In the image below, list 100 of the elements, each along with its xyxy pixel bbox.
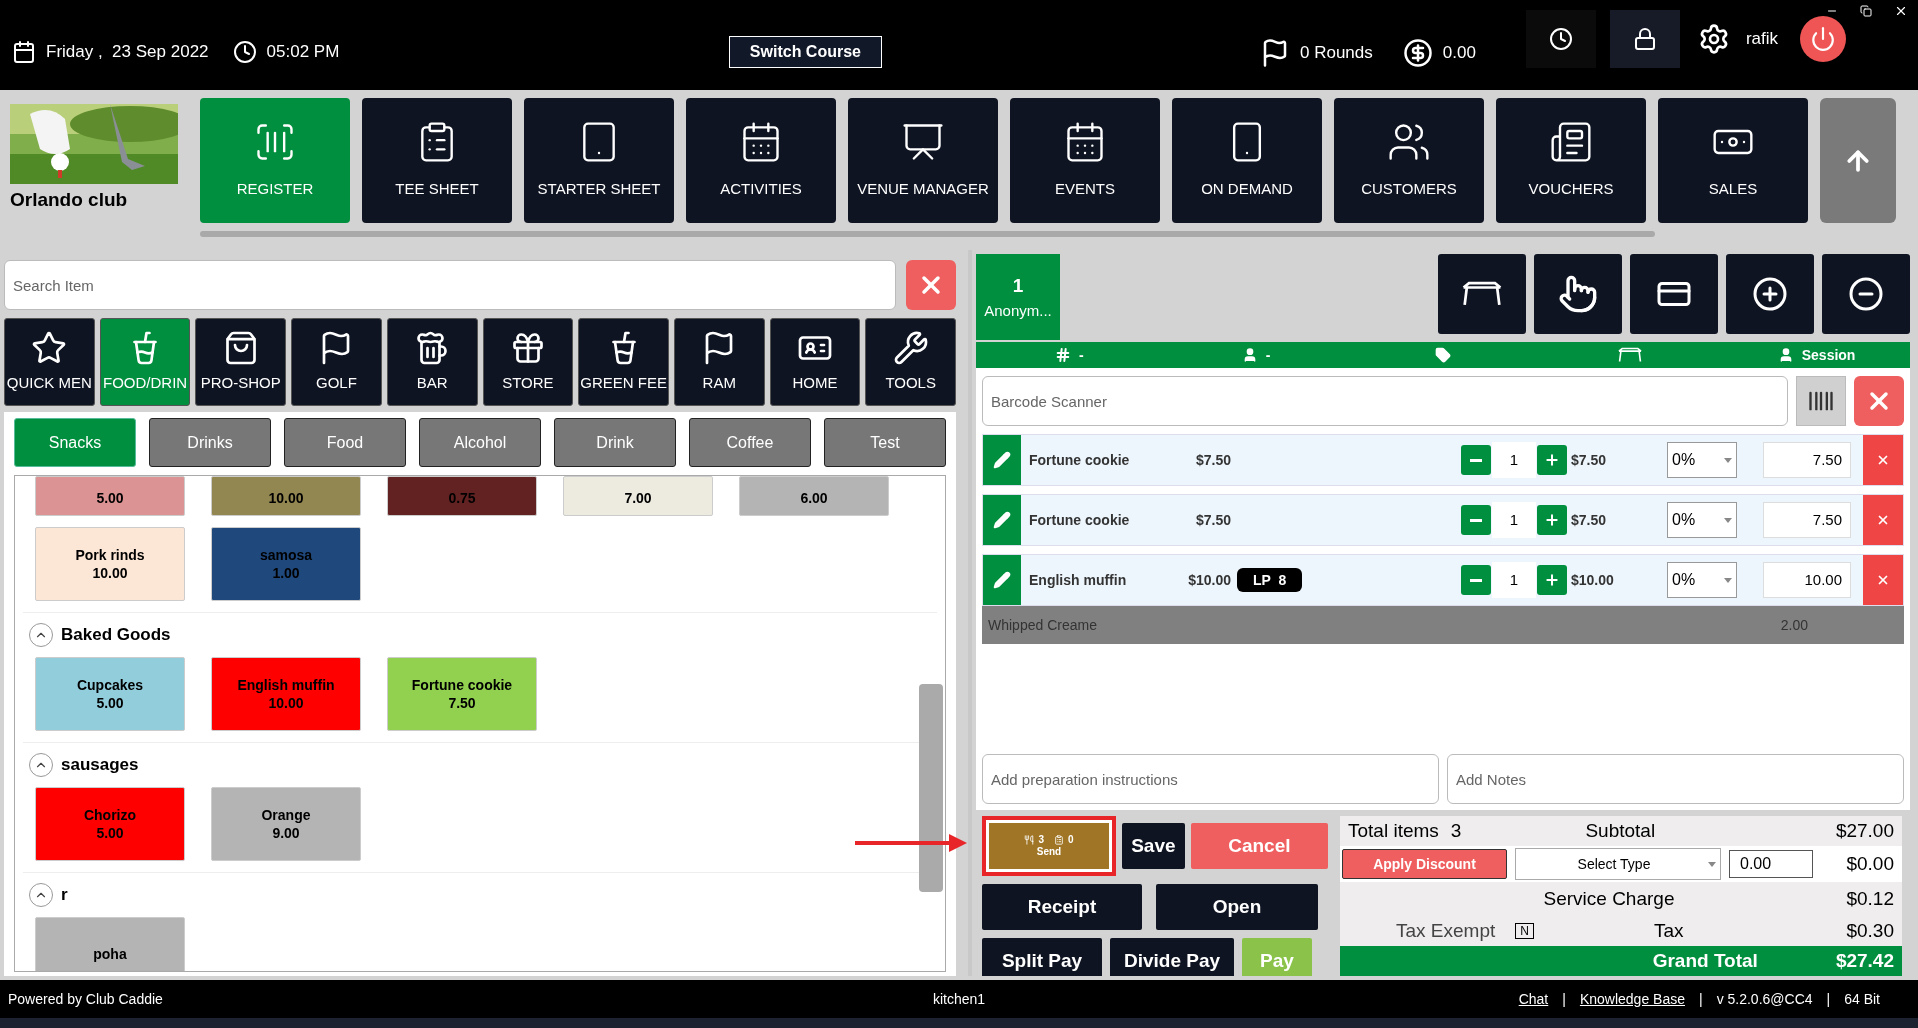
nav-tile[interactable]: STARTER SHEET [524,98,674,223]
item-tile[interactable]: 7.00 [563,476,713,516]
category-tile[interactable]: FOOD/DRIN [99,318,191,406]
club-name: Orlando club [10,188,129,212]
save-button[interactable]: Save [1122,823,1185,869]
nav-tile[interactable]: SALES [1658,98,1808,223]
plus-icon [1544,572,1560,588]
group-title: r [61,884,68,907]
edit-line-button[interactable] [983,555,1021,605]
clock-icon [232,40,257,64]
category-tile[interactable]: PRO-SHOP [195,318,287,406]
touch-button[interactable] [1534,254,1622,334]
item-tile[interactable]: Cupcakes 5.00 [35,657,185,731]
item-tile[interactable]: poha [35,917,185,971]
notes-field[interactable]: Add Notes [1447,754,1904,804]
subcategory-tab[interactable]: Drinks [149,418,271,467]
subcategory-tab[interactable]: Alcohol [419,418,541,467]
nav-tile[interactable]: TEE SHEET [362,98,512,223]
discount-input[interactable]: 0.00 [1729,850,1813,879]
discount-select[interactable]: 0% [1667,502,1737,538]
add-button[interactable] [1726,254,1814,334]
category-tile[interactable]: RAM [673,318,765,406]
edit-line-button[interactable] [983,495,1021,545]
customer-tab[interactable]: 1 Anonym... [976,254,1060,340]
item-tile[interactable]: 5.00 [35,476,185,516]
line-name: English muffin [1028,570,1128,590]
clear-barcode-button[interactable] [1854,376,1904,426]
preparation-field[interactable]: Add preparation instructions [982,754,1439,804]
item-tile[interactable]: Chorizo 5.00 [35,787,185,861]
qty-field[interactable]: 1 [1492,442,1536,478]
nav-tile[interactable]: REGISTER [200,98,350,223]
nav-tile[interactable]: VENUE MANAGER [848,98,998,223]
scrollbar-thumb[interactable] [919,684,943,892]
separator-text: | [1699,989,1703,1009]
nav-tile[interactable]: ACTIVITIES [686,98,836,223]
restore-icon[interactable] [1860,5,1872,17]
item-tile[interactable]: Orange 9.00 [211,787,361,861]
amount-field[interactable]: 10.00 [1763,562,1851,598]
amount-field[interactable]: 7.50 [1763,502,1851,538]
category-tile[interactable]: BAR [386,318,478,406]
item-tile[interactable]: Fortune cookie 7.50 [387,657,537,731]
nav-tile[interactable]: VOUCHERS [1496,98,1646,223]
split-pay-button[interactable]: Split Pay [982,938,1102,976]
barcode-scan-button[interactable] [1796,376,1846,426]
qty-field[interactable]: 1 [1492,502,1536,538]
decrease-qty-button[interactable] [1461,565,1491,595]
wrench-icon [892,329,929,366]
separator-text: | [1562,989,1566,1009]
category-tile[interactable]: TOOLS [865,318,957,406]
group-title: Baked Goods [61,624,171,647]
increase-qty-button[interactable] [1537,565,1567,595]
edit-line-button[interactable] [983,435,1021,485]
increase-qty-button[interactable] [1537,445,1567,475]
barcode-field[interactable]: Barcode Scanner [982,376,1788,426]
divide-pay-button[interactable]: Divide Pay [1110,938,1234,976]
category-tile[interactable]: GREEN FEE [578,318,669,406]
subcategory-tab[interactable]: Food [284,418,406,467]
subcategory-tab[interactable]: Drink [554,418,676,467]
decrease-qty-button[interactable] [1461,445,1491,475]
nav-tile[interactable]: EVENTS [1010,98,1160,223]
category-tile[interactable]: GOLF [291,318,382,406]
card-payment-button[interactable] [1630,254,1718,334]
search-field[interactable]: Search Item [4,260,896,310]
subcategory-tab[interactable]: Test [824,418,946,467]
category-tile[interactable]: HOME [769,318,861,406]
send-button[interactable]: 3 0 Send [989,823,1109,869]
lock-button[interactable] [1609,10,1680,68]
discount-select[interactable]: 0% [1667,562,1737,598]
qty-field[interactable]: 1 [1492,562,1536,598]
tax-exempt-flag: N [1515,923,1534,939]
category-tile[interactable]: STORE [482,318,574,406]
category-tile[interactable]: QUICK MEN [4,318,95,406]
item-tile[interactable]: 6.00 [739,476,889,516]
scroll-up-button[interactable] [1820,98,1896,223]
switch-course-button[interactable]: Switch Course [728,36,882,68]
subcategory-tab[interactable]: Snacks [14,418,136,467]
item-tile[interactable]: English muffin 10.00 [211,657,361,731]
time-text: 05:02 PM [266,41,340,64]
open-button[interactable]: Open [1156,884,1318,930]
footer-link[interactable]: Knowledge Base [1579,988,1685,1010]
discount-type-select[interactable]: Select Type [1515,848,1721,881]
tax-exempt-label: Tax Exempt [1396,918,1496,943]
item-tile[interactable]: 10.00 [211,476,361,516]
close-icon[interactable] [1894,4,1908,18]
remove-button[interactable] [1822,254,1910,334]
increase-qty-button[interactable] [1537,505,1567,535]
discount-select[interactable]: 0% [1667,442,1737,478]
amount-field[interactable]: 7.50 [1763,442,1851,478]
table-button[interactable] [1438,254,1526,334]
subcategory-tab[interactable]: Coffee [689,418,811,467]
receipt-button[interactable]: Receipt [982,884,1142,930]
nav-tile[interactable]: ON DEMAND [1172,98,1322,223]
clear-search-button[interactable] [906,260,956,310]
item-tile[interactable]: Pork rinds 10.00 [35,527,185,601]
decrease-qty-button[interactable] [1461,505,1491,535]
table-icon [1460,281,1504,307]
nav-tile[interactable]: CUSTOMERS [1334,98,1484,223]
power-button[interactable] [1800,16,1846,62]
clock-button[interactable] [1525,10,1596,68]
footer-link[interactable]: Chat [1518,988,1549,1010]
